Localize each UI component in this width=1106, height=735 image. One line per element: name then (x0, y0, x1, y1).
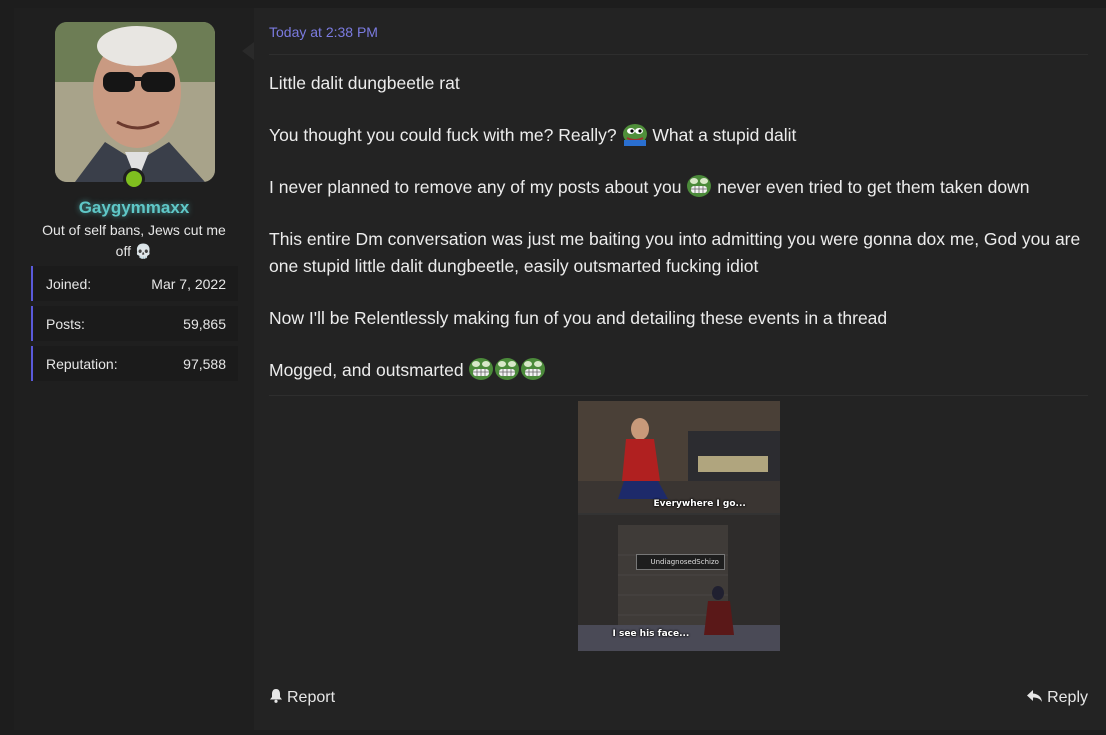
stat-value[interactable]: 59,865 (183, 316, 226, 332)
online-status-dot (123, 168, 145, 190)
report-button[interactable]: Report (269, 688, 335, 708)
reply-button[interactable]: Reply (1026, 688, 1088, 708)
meme-username-tag: UndiagnosedSchizo (635, 554, 725, 570)
content-divider (269, 395, 1088, 396)
paragraph-text: Mogged, and outsmarted (269, 360, 464, 380)
username[interactable]: Gaygymmaxx (14, 198, 254, 218)
reply-icon (1026, 689, 1043, 708)
pepe-grin-emoji-icon (520, 357, 546, 381)
avatar-image (55, 22, 215, 182)
paragraph-text: I never planned to remove any of my post… (269, 177, 682, 197)
user-title: Out of self bans, Jews cut me off 💀 (42, 222, 226, 259)
stat-label: Joined: (46, 275, 92, 292)
stat-label: Reputation: (46, 355, 118, 372)
avatar[interactable] (55, 22, 215, 182)
stat-value: 97,588 (183, 355, 226, 372)
pepe-grin-emoji-icon (494, 357, 520, 381)
paragraph-text: What a stupid dalit (652, 125, 797, 145)
meme-top-panel: Everywhere I go... (577, 401, 780, 513)
paragraph-text: Little dalit dungbeetle rat (269, 73, 460, 93)
avatar-wrap (55, 22, 215, 190)
post-message: Little dalit dungbeetle rat You thought … (269, 55, 1088, 384)
stat-posts: Posts: 59,865 (31, 306, 238, 341)
bell-icon (269, 688, 283, 708)
forum-post: Gaygymmaxx Out of self bans, Jews cut me… (14, 8, 1106, 730)
stat-label: Posts: (46, 315, 85, 332)
pepe-grin-emoji-icon (686, 174, 712, 198)
stat-reputation: Reputation: 97,588 (31, 346, 238, 381)
post-actions: Report Reply (269, 688, 1088, 708)
speech-arrow (242, 42, 254, 60)
stat-joined: Joined: Mar 7, 2022 (31, 266, 238, 301)
meme-bottom-panel: I see his face... (577, 515, 780, 651)
paragraph-text: This entire Dm conversation was just me … (269, 229, 1081, 276)
message-paragraph: Mogged, and outsmarted (269, 357, 1088, 384)
meme-caption-bottom: I see his face... (612, 629, 690, 639)
reply-label: Reply (1047, 689, 1088, 706)
user-info-panel: Gaygymmaxx Out of self bans, Jews cut me… (14, 8, 254, 730)
user-stats: Joined: Mar 7, 2022 Posts: 59,865 Reputa… (31, 266, 238, 381)
message-paragraph: Little dalit dungbeetle rat (269, 70, 1088, 97)
message-paragraph: Now I'll be Relentlessly making fun of y… (269, 305, 1088, 332)
meme-caption-top: Everywhere I go... (653, 499, 746, 509)
paragraph-text: never even tried to get them taken down (717, 177, 1030, 197)
message-paragraph: This entire Dm conversation was just me … (269, 226, 1088, 280)
paragraph-text: You thought you could fuck with me? Real… (269, 125, 617, 145)
pepe-emoji-icon (622, 122, 648, 146)
report-label: Report (287, 689, 336, 706)
post-timestamp[interactable]: Today at 2:38 PM (269, 24, 1088, 55)
message-paragraph: You thought you could fuck with me? Real… (269, 122, 1088, 149)
stat-value: Mar 7, 2022 (151, 275, 226, 292)
paragraph-text: Now I'll be Relentlessly making fun of y… (269, 308, 888, 328)
meme-image[interactable]: Everywhere I go... I see his face... Und… (577, 401, 780, 651)
post-main: Today at 2:38 PM Little dalit dungbeetle… (254, 8, 1106, 730)
pepe-grin-emoji-icon (468, 357, 494, 381)
message-paragraph: I never planned to remove any of my post… (269, 174, 1088, 201)
